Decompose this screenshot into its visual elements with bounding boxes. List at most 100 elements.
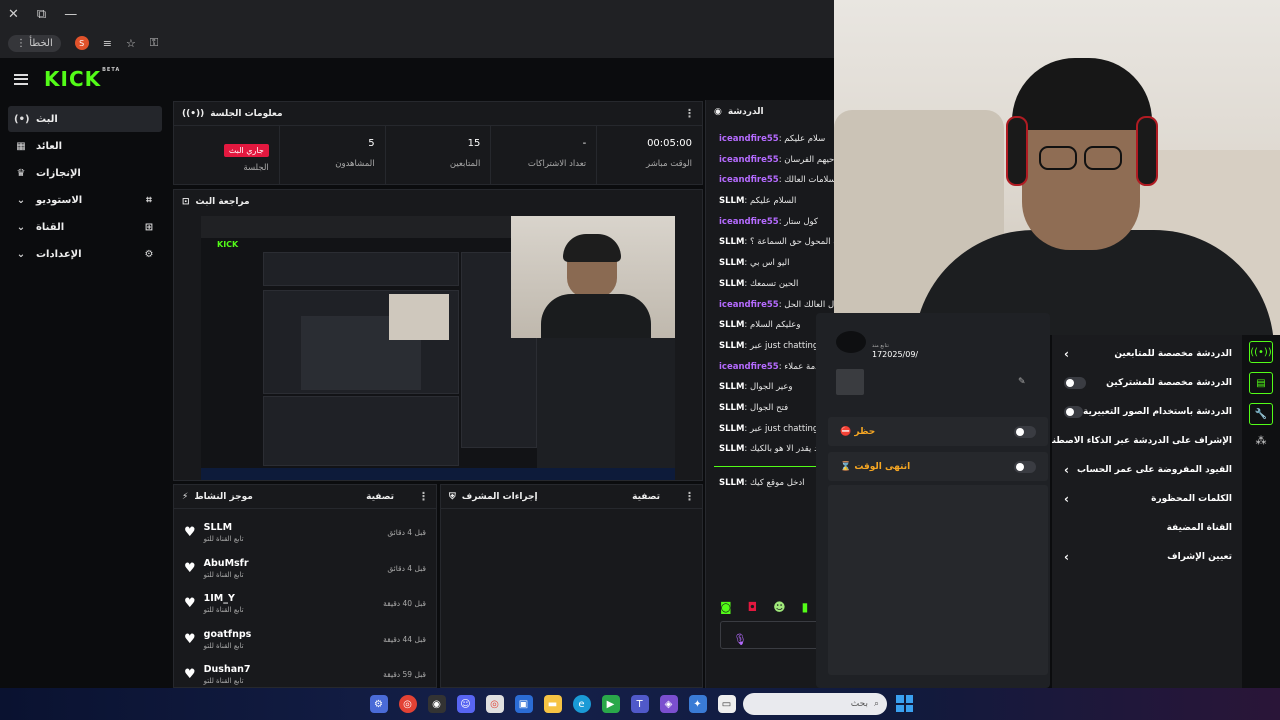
sidebar-item-channel[interactable]: ⌄ القناة ⊞: [8, 214, 162, 240]
chat-message[interactable]: SLLM: الحين تسمعك: [706, 274, 834, 295]
filter-button[interactable]: تصفية: [632, 492, 660, 502]
emote-icon[interactable]: ◙: [720, 600, 732, 614]
edge-icon[interactable]: e: [572, 695, 591, 713]
preview-icon: ⊡: [182, 197, 190, 207]
share-icon[interactable]: ⁂: [1242, 434, 1280, 447]
subscribers-only-toggle[interactable]: [1064, 376, 1086, 389]
app-icon[interactable]: ◈: [659, 695, 678, 713]
session-stats: جاري البث الجلسة 5 المشاهدون 15 المتابعي…: [174, 126, 702, 184]
sidebar-item-stream[interactable]: (•) البث: [8, 106, 162, 132]
windows-start-icon[interactable]: [896, 695, 913, 712]
taskbar-search-input[interactable]: بحث ⌕: [743, 693, 887, 715]
mod-actions-panel: ⛨ إجراءات المشرف تصفية ⋮: [440, 484, 703, 688]
more-options-icon[interactable]: ⋮: [684, 490, 695, 503]
bookmark-star-icon[interactable]: ☆: [126, 37, 136, 50]
chat-message[interactable]: SLLM: ادخل موقع كيك: [706, 473, 834, 494]
sidebar-item-achievements[interactable]: ♛ الإنجازات: [8, 160, 162, 186]
heart-icon: ♥: [184, 667, 196, 683]
search-icon: ⌕: [873, 699, 879, 709]
setting-subscribers-only[interactable]: الدردشة مخصصة للمشتركين: [1052, 368, 1242, 397]
browser-active-icon[interactable]: ◎: [485, 695, 504, 713]
preview-webcam: [511, 216, 675, 338]
notepad-icon[interactable]: ▭: [717, 695, 736, 713]
error-pill[interactable]: ⋮ الخطأ: [8, 34, 61, 52]
sidebar-item-settings[interactable]: ⌄ الإعدادات ⚙: [8, 241, 162, 267]
chevron-right-icon: ›: [1064, 549, 1069, 564]
setting-emotes-only[interactable]: الدردشة باستخدام الصور التعبيرية: [1052, 397, 1242, 426]
chat-message[interactable]: iceandfire55: خدمة عملاء: [706, 357, 834, 378]
layout-tool-icon[interactable]: ▤: [1249, 372, 1273, 394]
reading-list-icon[interactable]: ≡: [103, 37, 112, 50]
timeout-row[interactable]: ⌛ انتهى الوقت: [828, 452, 1048, 481]
sidebar-item-revenue[interactable]: ▦ العائد: [8, 133, 162, 159]
setting-banned-words[interactable]: الكلمات المحظورة ›: [1052, 484, 1242, 513]
settings-app-icon[interactable]: ⚙: [369, 695, 388, 713]
new-messages-divider: [714, 466, 818, 467]
gear-icon: ⚙: [144, 248, 154, 260]
taskbar-icons: ⚙ ◎ ◉ ☺ ◎ ▣ ▬ e ▶ T ◈ ✦ ▭: [364, 695, 741, 713]
password-key-icon[interactable]: ⚿: [150, 36, 158, 50]
chat-message[interactable]: SLLM: اليو اس بي: [706, 253, 834, 274]
ban-row[interactable]: ⛔ حظر: [828, 417, 1048, 446]
chat-message[interactable]: iceandfire55: ال العالك الحل: [706, 295, 834, 316]
setting-account-age[interactable]: القيود المفروضة على عمر الحساب ›: [1052, 455, 1242, 484]
obs-icon[interactable]: ◉: [427, 695, 446, 713]
menu-icon[interactable]: [14, 73, 28, 85]
list-item: ♥ 1IM_Y تابع القناة للتو قبل 40 دقيقة: [184, 593, 426, 615]
chat-message[interactable]: SLLM: محمد يقدر الا هو بالكيك: [706, 439, 834, 460]
emotes-only-toggle[interactable]: [1064, 405, 1084, 418]
teams-icon[interactable]: T: [630, 695, 649, 713]
timeout-toggle[interactable]: [1014, 460, 1036, 473]
chat-message[interactable]: SLLM: فتح الجوال: [706, 398, 834, 419]
emote-bar: ◙ ◘ ☻ ▮: [720, 600, 808, 614]
chrome-icon[interactable]: ◎: [398, 695, 417, 713]
wrench-icon[interactable]: 🔧: [1249, 403, 1273, 425]
folder-icon[interactable]: ▬: [543, 695, 562, 713]
emote-icon[interactable]: ☻: [773, 600, 786, 614]
chat-message[interactable]: iceandfire55: كول ستار: [706, 212, 834, 233]
store-icon[interactable]: ▣: [514, 695, 533, 713]
pin-icon[interactable]: ✎: [1018, 377, 1026, 387]
chat-tools-rail: ((•)) ▤ 🔧 ⁂: [1242, 335, 1280, 688]
setting-followers-only[interactable]: الدردشة مخصصة للمتابعين ›: [1052, 339, 1242, 368]
chat-header: ◉ الدردشة: [714, 107, 764, 117]
chat-message[interactable]: SLLM: السلام عليكم: [706, 191, 834, 212]
terminal-icon[interactable]: ▶: [601, 695, 620, 713]
mini-kick-logo: KICK: [217, 240, 239, 249]
browser-toolbar: ⋮ الخطأ S ≡ ☆ ⚿: [0, 28, 834, 58]
discord-icon[interactable]: ☺: [456, 695, 475, 713]
stream-preview-header: ⊡ مراجعة البث: [182, 197, 250, 207]
chat-panel: ◉ الدردشة iceandfire55: سلام عليكم iceand…: [705, 100, 835, 688]
copilot-icon[interactable]: ✦: [688, 695, 707, 713]
chat-message[interactable]: iceandfire55: حيهم الفرسان!: [706, 150, 834, 171]
more-options-icon[interactable]: ⋮: [418, 490, 429, 503]
emote-icon[interactable]: ◘: [748, 600, 758, 614]
ban-toggle[interactable]: [1014, 425, 1036, 438]
setting-assign-mod[interactable]: تعيين الإشراف ›: [1052, 542, 1242, 571]
minimize-window-icon[interactable]: —: [64, 7, 77, 22]
broadcast-tool-icon[interactable]: ((•)): [1249, 341, 1273, 363]
close-window-icon[interactable]: ✕: [8, 7, 19, 22]
kick-logo[interactable]: KICKBETA: [44, 67, 120, 91]
filter-button[interactable]: تصفية: [366, 492, 394, 502]
chat-message[interactable]: SLLM: شايك المحول حق السماعة ؟: [706, 232, 834, 253]
ban-icon: ⛔: [840, 426, 855, 437]
screen: ✕ ⧉ — ⋮ الخطأ S ≡ ☆ ⚿ KICKBETA (•) البث ▦…: [0, 0, 1280, 720]
popup-content-area: [828, 485, 1048, 675]
chat-message[interactable]: iceandfire55: سلامات العالك !!!!: [706, 170, 834, 191]
chat-message[interactable]: SLLM: وعير الجوال: [706, 377, 834, 398]
setting-ai-moderation[interactable]: الإشراف على الدردشة عبر الذكاء الاصطناعي…: [1052, 426, 1242, 455]
profile-avatar[interactable]: S: [74, 36, 89, 50]
chat-message[interactable]: SLLM: عبر just chatting: [706, 419, 834, 440]
restore-window-icon[interactable]: ⧉: [37, 7, 46, 22]
panel-title: معلومات الجلسة: [210, 108, 283, 119]
more-options-icon[interactable]: ⋮: [684, 107, 695, 120]
chat-message[interactable]: SLLM: وعليكم السلام: [706, 315, 834, 336]
chat-message[interactable]: iceandfire55: سلام عليكم: [706, 129, 834, 150]
stream-preview-video[interactable]: KICK: [201, 216, 675, 480]
chat-message[interactable]: SLLM: عبر just chatting: [706, 336, 834, 357]
microphone-icon[interactable]: 🎙: [733, 633, 747, 646]
sidebar-item-studio[interactable]: ⌄ الاستوديو ⌗: [8, 187, 162, 213]
avatar: [836, 331, 866, 353]
emote-icon[interactable]: ▮: [802, 600, 809, 614]
